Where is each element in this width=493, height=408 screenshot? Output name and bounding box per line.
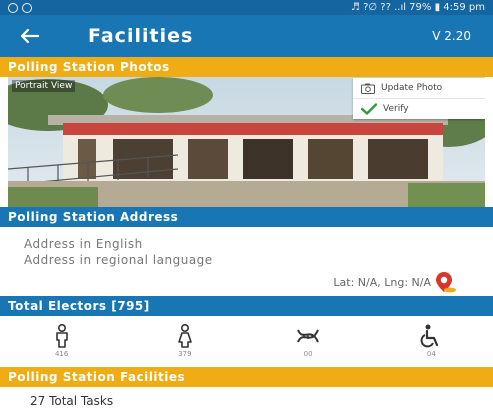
address-block: Address in English Address in regional l… bbox=[24, 236, 213, 268]
address-english: Address in English bbox=[24, 237, 143, 251]
total-tasks-text: 27 Total Tasks bbox=[30, 394, 114, 408]
map-pin-icon[interactable] bbox=[433, 270, 457, 294]
notification-icon bbox=[8, 2, 18, 13]
section-header-photos: Polling Station Photos bbox=[0, 57, 493, 77]
female-icon bbox=[178, 324, 192, 348]
section-header-address: Polling Station Address bbox=[0, 207, 493, 227]
photo-orientation-label: Portrait View bbox=[12, 80, 76, 92]
update-photo-label: Update Photo bbox=[381, 83, 443, 93]
third-gender-count: 00 bbox=[303, 350, 313, 358]
elector-female: 379 bbox=[155, 324, 215, 358]
electors-row: 416 379 00 04 bbox=[0, 320, 493, 362]
page-title: Facilities bbox=[88, 25, 194, 47]
status-notification-icons bbox=[8, 2, 32, 13]
section-header-facilities: Polling Station Facilities bbox=[0, 367, 493, 387]
photo-actions-menu: Update Photo Verify bbox=[353, 78, 485, 119]
polling-station-photo[interactable]: Portrait View Update Photo Verify bbox=[8, 77, 485, 207]
elector-third-gender: 00 bbox=[278, 324, 338, 358]
app-bar: Facilities V 2.20 bbox=[0, 15, 493, 57]
camera-icon bbox=[361, 83, 375, 94]
lat-lng-text: Lat: N/A, Lng: N/A bbox=[333, 276, 431, 289]
address-regional: Address in regional language bbox=[24, 253, 213, 267]
wheelchair-icon bbox=[421, 324, 439, 348]
verify-label: Verify bbox=[383, 104, 409, 114]
section-header-electors: Total Electors [795] bbox=[0, 296, 493, 316]
back-button[interactable] bbox=[14, 21, 44, 51]
male-count: 416 bbox=[54, 350, 69, 358]
pwd-count: 04 bbox=[426, 350, 436, 358]
female-count: 379 bbox=[178, 350, 192, 358]
version-label: V 2.20 bbox=[432, 29, 471, 43]
status-bar: ♬ ?∅ ?? ..ıl 79% ▮ 4:59 pm bbox=[0, 0, 493, 15]
male-icon bbox=[55, 324, 68, 348]
check-icon bbox=[361, 103, 377, 115]
arrow-left-icon bbox=[20, 28, 39, 44]
elector-male: 416 bbox=[32, 324, 92, 358]
notification-icon bbox=[22, 2, 32, 13]
status-right: ♬ ?∅ ?? ..ıl 79% ▮ 4:59 pm bbox=[350, 2, 485, 13]
elector-pwd: 04 bbox=[401, 324, 461, 358]
third-gender-icon bbox=[297, 329, 320, 343]
verify-button[interactable]: Verify bbox=[353, 98, 485, 119]
update-photo-button[interactable]: Update Photo bbox=[353, 78, 485, 98]
